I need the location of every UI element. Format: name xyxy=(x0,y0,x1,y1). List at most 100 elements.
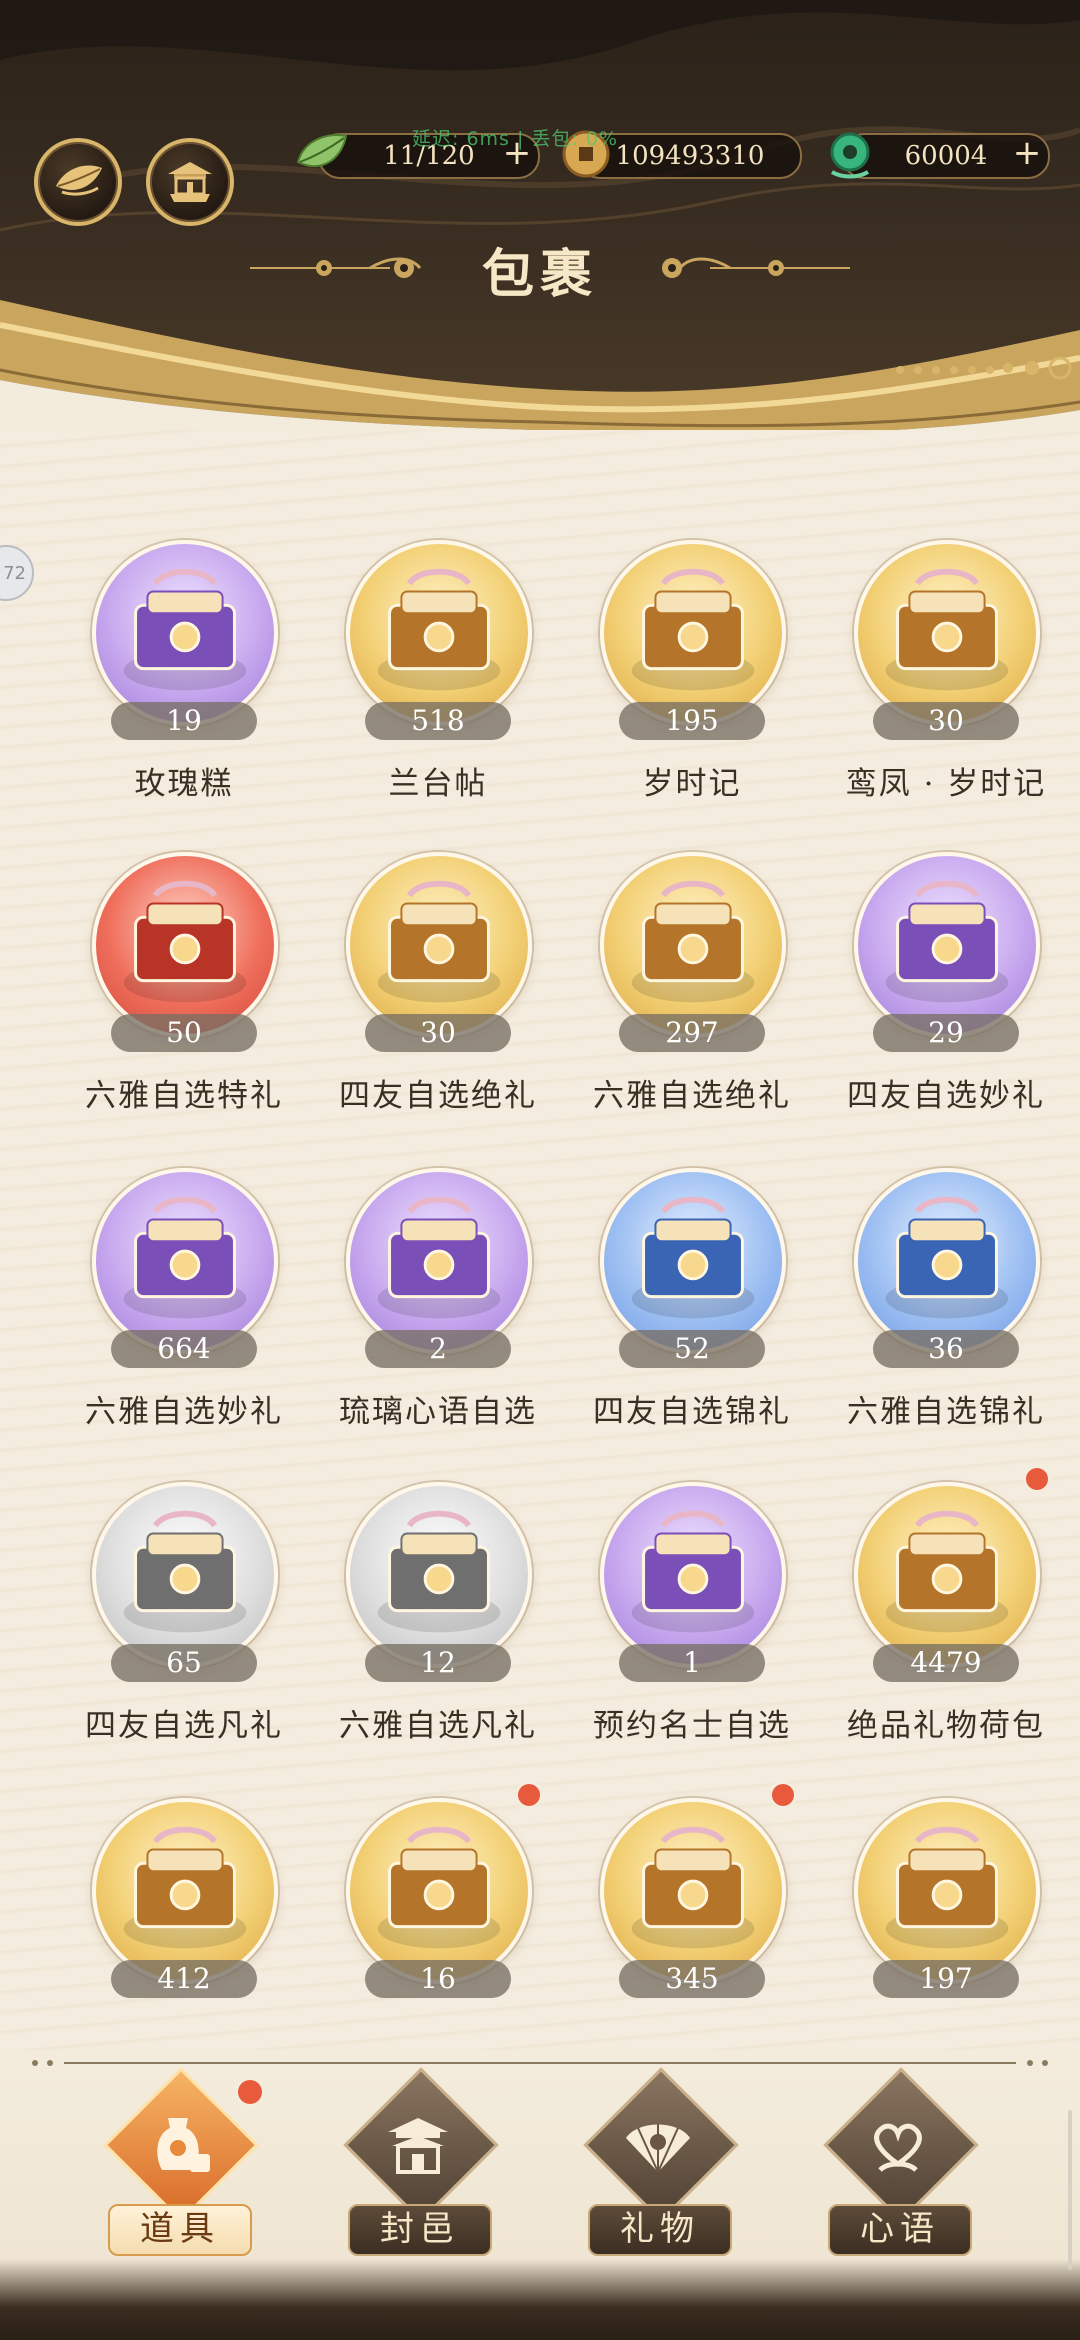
item-portrait xyxy=(600,1168,786,1354)
item-name: 六雅自选绝礼 xyxy=(593,1078,791,1114)
flower-box-icon xyxy=(885,1196,1009,1319)
item-portrait xyxy=(346,1168,532,1354)
lady-figure-icon xyxy=(631,1826,755,1949)
item-portrait xyxy=(854,1798,1040,1984)
item-portrait xyxy=(600,1482,786,1668)
item-count: 518 xyxy=(365,702,511,740)
inventory-item[interactable]: 36 六雅自选锦礼 xyxy=(826,1168,1066,1468)
item-count: 36 xyxy=(873,1330,1019,1368)
nav-divider xyxy=(32,2060,1048,2066)
top-header: 11/120 + 109493310 60004 + 延迟: 6ms | 丢包:… xyxy=(0,0,1080,470)
item-portrait xyxy=(600,540,786,726)
inventory-item[interactable]: 412 xyxy=(64,1798,304,2098)
item-portrait xyxy=(854,540,1040,726)
inventory-item[interactable]: 29 四友自选妙礼 xyxy=(826,852,1066,1152)
jade-plus-button[interactable]: + xyxy=(1010,136,1044,171)
palace-icon xyxy=(388,2118,448,2174)
nav-tab-items[interactable]: 道具 xyxy=(88,2067,268,2284)
item-portrait xyxy=(92,852,278,1038)
lantai-invitation-icon xyxy=(377,568,501,691)
item-portrait xyxy=(346,540,532,726)
inventory-item[interactable]: 195 岁时记 xyxy=(572,540,812,840)
inventory-item[interactable]: 345 xyxy=(572,1784,812,2098)
item-portrait xyxy=(92,1798,278,1984)
item-count: 50 xyxy=(111,1014,257,1052)
purple-pouch-icon xyxy=(377,1826,501,1949)
rose-cake-icon xyxy=(123,568,247,691)
item-name: 四友自选妙礼 xyxy=(847,1078,1045,1114)
item-count: 2 xyxy=(365,1330,511,1368)
vase-icon xyxy=(157,2118,210,2172)
item-name: 六雅自选妙礼 xyxy=(85,1394,283,1430)
item-count: 345 xyxy=(619,1960,765,1998)
pavilion-button[interactable] xyxy=(146,138,234,226)
nav-tab-heartwords[interactable]: 心语 xyxy=(808,2067,988,2284)
item-count: 1 xyxy=(619,1644,765,1682)
item-count: 19 xyxy=(111,702,257,740)
item-name: 兰台帖 xyxy=(388,766,488,802)
item-name: 绝品礼物荷包 xyxy=(847,1708,1045,1744)
item-name: 四友自选凡礼 xyxy=(85,1708,283,1744)
inventory-item[interactable]: 2 琉璃心语自选 xyxy=(318,1168,558,1468)
gift-box-icon xyxy=(123,1510,247,1633)
item-name: 琉璃心语自选 xyxy=(339,1394,537,1430)
notification-dot xyxy=(238,2080,262,2104)
inventory-item[interactable]: 19 玫瑰糕 xyxy=(64,540,304,840)
scroll-indicator[interactable] xyxy=(1066,2110,1074,2270)
nav-tab-label: 礼物 xyxy=(588,2204,732,2256)
nav-tab-label: 心语 xyxy=(828,2204,972,2256)
inventory-item[interactable]: 664 六雅自选妙礼 xyxy=(64,1168,304,1468)
inventory-item[interactable]: 65 四友自选凡礼 xyxy=(64,1482,304,1782)
inventory-item[interactable]: 4479 绝品礼物荷包 xyxy=(826,1468,1066,1782)
leaf-emblem-icon xyxy=(56,165,102,196)
leaf-menu-button[interactable] xyxy=(34,138,122,226)
title-ornament-right xyxy=(662,257,850,278)
pouch-icon xyxy=(377,1510,501,1633)
heart-knot-icon xyxy=(874,2123,922,2172)
notification-dot xyxy=(1026,1468,1048,1490)
inventory-item[interactable]: 518 兰台帖 xyxy=(318,540,558,840)
item-portrait xyxy=(346,1798,532,1984)
notification-dot xyxy=(772,1784,794,1806)
suishiji-scroll-icon xyxy=(631,568,755,691)
item-name: 六雅自选锦礼 xyxy=(847,1394,1045,1430)
item-count: 65 xyxy=(111,1644,257,1682)
item-count: 195 xyxy=(619,702,765,740)
gift-box-icon xyxy=(885,880,1009,1003)
item-count: 12 xyxy=(365,1644,511,1682)
inventory-item[interactable]: 297 六雅自选绝礼 xyxy=(572,852,812,1152)
inventory-item[interactable]: 30 鸾凤 · 岁时记 xyxy=(826,540,1066,840)
nav-tab-fief[interactable]: 封邑 xyxy=(328,2067,508,2284)
item-count: 29 xyxy=(873,1014,1019,1052)
inventory-item[interactable]: 50 六雅自选特礼 xyxy=(64,852,304,1152)
inventory-item[interactable]: 52 四友自选锦礼 xyxy=(572,1168,812,1468)
item-portrait xyxy=(346,1482,532,1668)
item-name: 预约名士自选 xyxy=(593,1708,791,1744)
item-count: 30 xyxy=(365,1014,511,1052)
item-portrait xyxy=(346,852,532,1038)
food-box-icon xyxy=(123,1196,247,1319)
item-portrait xyxy=(92,540,278,726)
inventory-item[interactable]: 1 预约名士自选 xyxy=(572,1482,812,1782)
item-name: 四友自选锦礼 xyxy=(593,1394,791,1430)
item-count: 30 xyxy=(873,702,1019,740)
item-portrait xyxy=(600,852,786,1038)
book-fan-icon xyxy=(631,1510,755,1633)
inventory-item[interactable]: 16 xyxy=(318,1784,558,2098)
nav-tab-label: 封邑 xyxy=(348,2204,492,2256)
item-count: 197 xyxy=(873,1960,1019,1998)
crystal-box-icon xyxy=(631,880,755,1003)
item-portrait xyxy=(92,1482,278,1668)
pouch-icon xyxy=(123,880,247,1003)
inventory-item[interactable]: 12 六雅自选凡礼 xyxy=(318,1482,558,1782)
fan-icon xyxy=(626,2124,690,2173)
item-count: 412 xyxy=(111,1960,257,1998)
inventory-item[interactable]: 30 四友自选绝礼 xyxy=(318,852,558,1152)
nav-tab-label: 道具 xyxy=(108,2204,252,2256)
gift-box-icon xyxy=(885,1826,1009,1949)
inventory-item[interactable]: 197 xyxy=(826,1798,1066,2098)
item-name: 玫瑰糕 xyxy=(134,766,234,802)
nav-tab-gifts[interactable]: 礼物 xyxy=(568,2067,748,2284)
item-portrait xyxy=(854,852,1040,1038)
item-portrait xyxy=(854,1482,1040,1668)
